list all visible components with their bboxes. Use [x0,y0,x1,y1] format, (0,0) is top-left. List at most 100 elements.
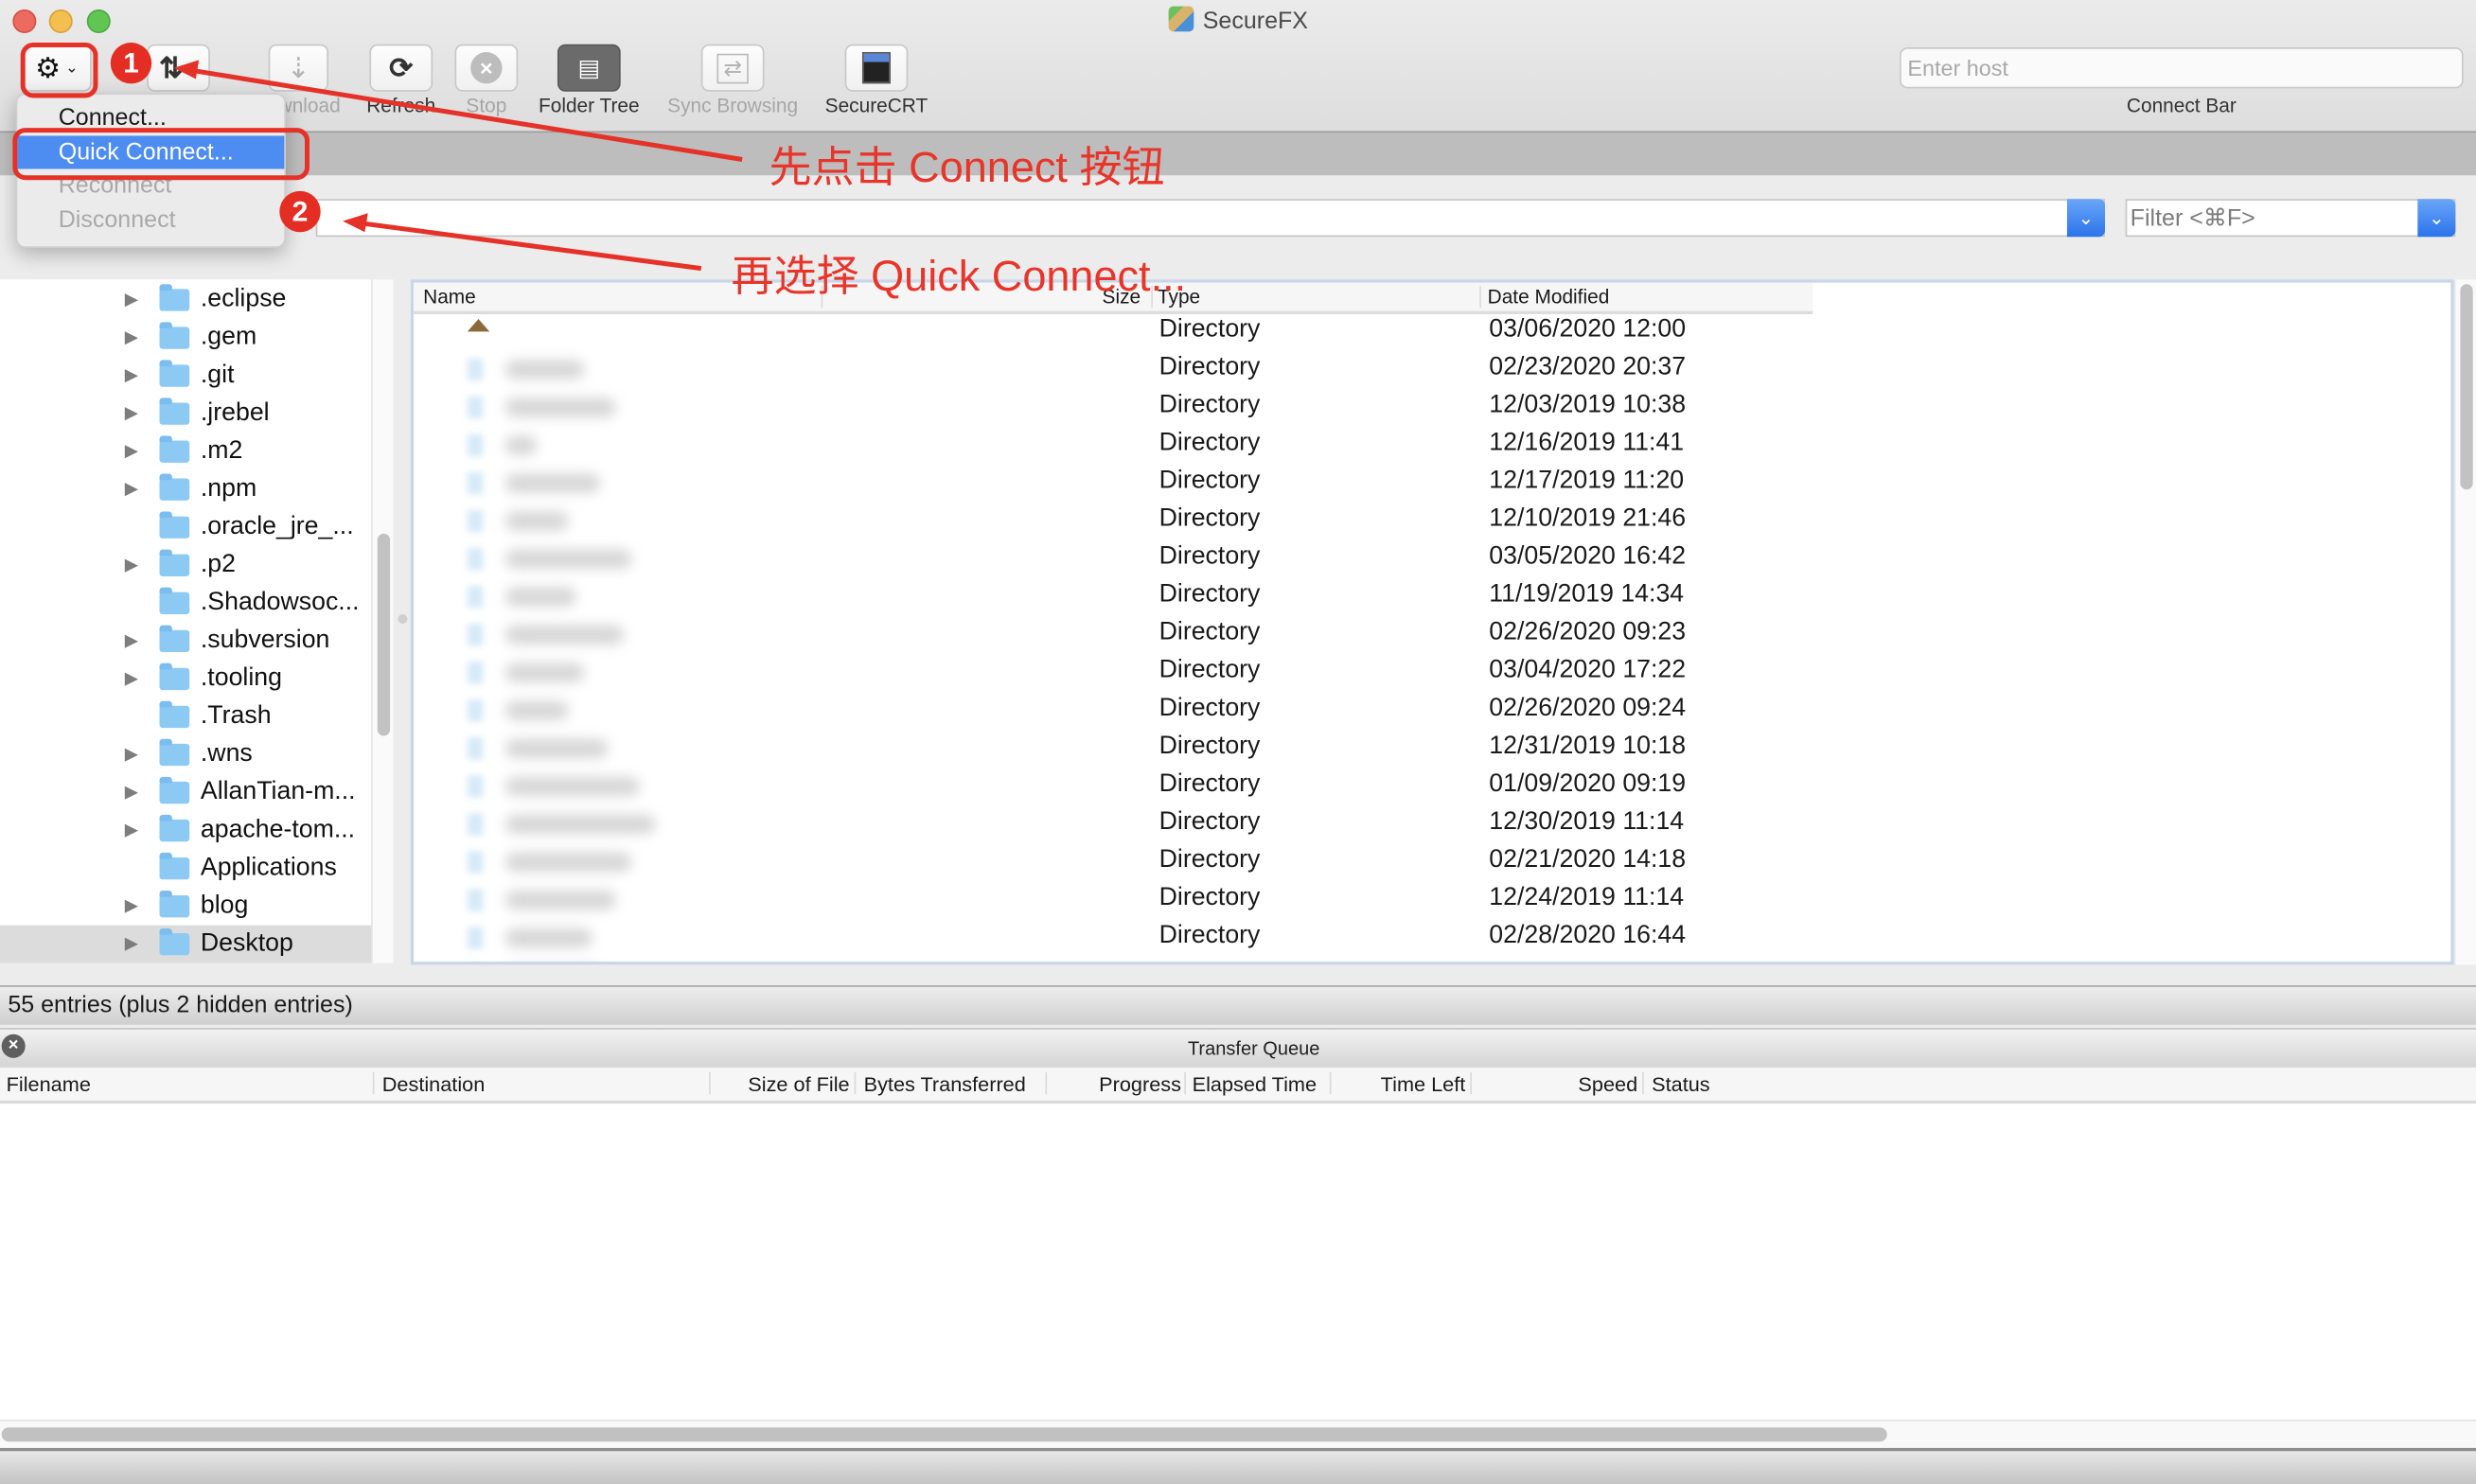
queue-column-header[interactable]: Elapsed Time [1193,1072,1317,1096]
file-row[interactable]: Directory 02/26/2020 09:24 [414,692,2450,730]
tree-item[interactable]: ▶ .subversion [0,622,371,660]
queue-column-header[interactable]: Filename [7,1072,91,1096]
disclosure-triangle-icon[interactable]: ▶ [125,479,138,499]
download-button[interactable]: ⇣ [268,44,329,92]
tree-item[interactable]: ▶ AllanTian-m... [0,774,371,812]
transfer-button[interactable]: ⇅ ⌄ [147,44,210,92]
disclosure-triangle-icon[interactable]: ▶ [125,782,138,803]
column-separator[interactable] [709,1071,711,1095]
tree-item[interactable]: ▶ apache-tom... [0,812,371,850]
file-list-scrollbar-thumb[interactable] [2460,284,2473,490]
filter-dropdown-button[interactable]: ⌄ [2417,199,2456,238]
column-separator[interactable] [1184,1071,1186,1095]
path-combo[interactable]: ⌄ [315,199,2105,238]
tree-item[interactable]: ▶ .npm [0,470,371,508]
file-row[interactable]: Directory 02/21/2020 14:18 [414,843,2450,881]
filter-input[interactable] [2130,200,2414,236]
column-separator[interactable] [372,1071,375,1095]
disclosure-triangle-icon[interactable]: ▶ [125,327,138,347]
disclosure-triangle-icon[interactable]: ▶ [125,895,138,916]
column-header-date-modified[interactable]: Date Modified [1488,286,1610,308]
file-row[interactable]: Directory 03/04/2020 10:21 [414,957,2450,962]
securecrt-button[interactable] [844,44,909,92]
file-name-redacted [504,511,569,531]
file-row[interactable]: Directory 12/16/2019 11:41 [414,426,2450,464]
tree-scrollbar[interactable] [371,279,396,963]
file-row[interactable]: Directory 03/06/2020 12:00 [414,312,2450,350]
refresh-button[interactable]: ⟳ [369,44,433,92]
tree-item[interactable]: ▶ .p2 [0,546,371,584]
disclosure-triangle-icon[interactable]: ▶ [125,289,138,309]
disclosure-triangle-icon[interactable]: ▶ [125,630,138,650]
folder-icon [159,360,190,387]
tree-item[interactable]: ▶ .jrebel [0,395,371,433]
file-row[interactable]: Directory 12/03/2019 10:38 [414,388,2450,426]
tree-item[interactable]: .Shadowsoc... [0,584,371,622]
tree-item[interactable]: ▶ Desktop [0,925,372,963]
file-row[interactable]: Directory 02/28/2020 16:44 [414,919,2450,957]
folder-icon [159,549,190,576]
file-row[interactable]: Directory 12/24/2019 11:14 [414,881,2450,919]
column-separator[interactable] [854,1071,857,1095]
column-separator[interactable] [1479,285,1481,309]
pane-splitter[interactable] [393,279,411,963]
filter-combo[interactable]: ⌄ [2125,199,2456,238]
tree-item-label: .git [200,362,235,389]
path-dropdown-button[interactable]: ⌄ [2066,199,2105,238]
tree-item[interactable]: .oracle_jre_... [0,508,371,546]
column-separator[interactable] [1642,1071,1644,1095]
tree-item[interactable]: ▶ .git [0,357,371,395]
file-row[interactable]: Directory 03/05/2020 16:42 [414,540,2450,578]
file-row[interactable]: Directory 03/04/2020 17:22 [414,654,2450,692]
queue-column-header[interactable]: Progress [1099,1072,1181,1096]
column-separator[interactable] [1045,1071,1048,1095]
disclosure-triangle-icon[interactable]: ▶ [125,668,138,688]
tree-item[interactable]: ▶ .tooling [0,660,371,698]
file-row[interactable]: Directory 12/17/2019 11:20 [414,465,2450,503]
file-date-modified: 12/10/2019 21:46 [1489,504,1687,533]
disclosure-triangle-icon[interactable]: ▶ [125,440,138,461]
transfer-queue-scrollbar[interactable] [0,1419,2476,1450]
file-type: Directory [1158,884,1261,911]
tree-item[interactable]: ▶ .wns [0,735,371,773]
stop-button[interactable]: × [454,44,519,92]
folder-icon [467,851,484,874]
disclosure-triangle-icon[interactable]: ▶ [125,364,138,385]
transfer-queue-scrollbar-thumb[interactable] [1,1427,1887,1442]
connect-bar-host-input[interactable] [1900,47,2464,89]
file-row[interactable]: Directory 02/26/2020 09:23 [414,616,2450,654]
tree-item[interactable]: ▶ .m2 [0,433,371,470]
tree-scrollbar-thumb[interactable] [377,533,391,736]
queue-column-header[interactable]: Time Left [1381,1072,1466,1096]
tree-item[interactable]: ▶ .eclipse [0,281,371,319]
folder-tree-button[interactable]: ▤ [557,44,621,92]
file-list-scrollbar[interactable] [2453,279,2476,965]
file-row[interactable]: Directory 02/23/2020 20:37 [414,350,2450,388]
queue-column-header[interactable]: Status [1652,1072,1709,1096]
queue-column-header[interactable]: Destination [382,1072,486,1096]
disclosure-triangle-icon[interactable]: ▶ [125,744,138,764]
tree-item[interactable]: ▶ blog [0,888,371,926]
file-row[interactable]: Directory 11/19/2019 14:34 [414,578,2450,616]
column-separator[interactable] [1470,1071,1472,1095]
tree-item[interactable]: ▶ .gem [0,319,371,357]
disclosure-triangle-icon[interactable]: ▶ [125,555,138,574]
disclosure-triangle-icon[interactable]: ▶ [125,933,138,954]
queue-column-header[interactable]: Size of File [748,1072,849,1096]
queue-column-header[interactable]: Bytes Transferred [864,1072,1026,1096]
splitter-handle[interactable] [398,614,408,625]
file-row[interactable]: Directory 12/10/2019 21:46 [414,503,2450,540]
tree-item[interactable]: .Trash [0,698,371,735]
file-name-redacted [504,398,616,417]
file-row[interactable]: Directory 12/30/2019 11:14 [414,805,2450,843]
sync-browsing-button[interactable]: ⇄ [700,44,765,92]
queue-column-header[interactable]: Speed [1578,1072,1637,1096]
file-row[interactable]: Directory 12/31/2019 10:18 [414,730,2450,768]
column-separator[interactable] [1329,1071,1332,1095]
column-header-name[interactable]: Name [423,286,476,308]
folder-icon [159,511,190,539]
tree-item[interactable]: Applications [0,850,371,888]
disclosure-triangle-icon[interactable]: ▶ [125,820,138,840]
file-row[interactable]: Directory 01/09/2020 09:19 [414,768,2450,805]
disclosure-triangle-icon[interactable]: ▶ [125,402,138,423]
